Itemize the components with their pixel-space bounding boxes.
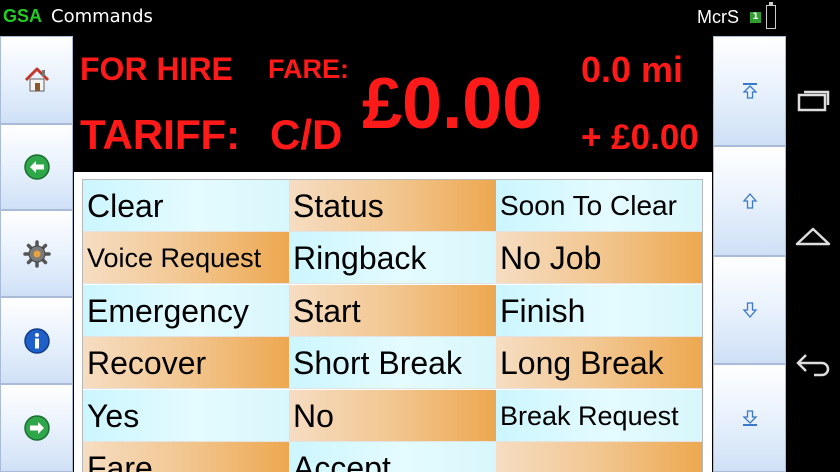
scroll-bottom-icon [741, 410, 758, 426]
taximeter-display: FOR HIRE FARE: TARIFF: C/D £0.00 0.0 mi … [74, 36, 712, 172]
app-logo: GSA [3, 6, 43, 26]
scroll-bottom-button[interactable] [713, 364, 786, 472]
command-button[interactable]: Yes [83, 390, 289, 442]
system-nav-bar [786, 0, 840, 472]
home-nav-icon [795, 227, 831, 246]
notification-badge: 1 [750, 12, 761, 23]
scroll-up-icon [742, 193, 757, 209]
command-button[interactable]: Fare [83, 442, 289, 472]
home-icon [24, 67, 49, 92]
recent-apps-icon [797, 90, 830, 112]
tariff-value: C/D [270, 111, 343, 158]
user-code: McrS [697, 7, 739, 27]
scroll-top-icon [741, 83, 758, 99]
command-button[interactable]: No [289, 390, 496, 442]
right-toolbar [713, 36, 786, 472]
screen-title: Commands [51, 6, 153, 27]
scroll-top-button[interactable] [713, 36, 786, 146]
settings-button[interactable] [0, 210, 73, 297]
hire-status: FOR HIRE [80, 51, 233, 87]
back-button[interactable] [0, 124, 73, 210]
battery-icon [766, 2, 776, 29]
command-button[interactable]: Short Break [289, 337, 496, 389]
command-button[interactable]: Voice Request [83, 232, 289, 284]
scroll-down-icon [742, 302, 757, 318]
command-button[interactable]: Soon To Clear [496, 180, 702, 232]
fare-label: FARE: [268, 54, 349, 84]
command-button[interactable]: Long Break [496, 337, 702, 389]
info-icon [23, 327, 50, 354]
back-nav-button[interactable] [793, 344, 833, 384]
back-arrow-icon [23, 154, 50, 180]
tariff-label: TARIFF: [80, 111, 241, 158]
commands-panel: Clear Status Soon To Clear Voice Request Rin… [74, 172, 712, 472]
command-button[interactable]: Status [289, 180, 496, 232]
command-button[interactable]: Start [289, 285, 496, 337]
title-bar: GSA Commands McrS 1 [0, 0, 786, 36]
home-button[interactable] [0, 36, 73, 124]
command-button[interactable]: Ringback [289, 232, 496, 284]
command-button[interactable]: Break Request [496, 390, 702, 442]
command-button[interactable] [496, 442, 702, 472]
left-toolbar [0, 36, 73, 472]
recent-apps-button[interactable] [793, 80, 833, 120]
scroll-down-button[interactable] [713, 256, 786, 364]
distance-readout: 0.0 mi [581, 49, 684, 90]
settings-gear-icon [22, 239, 51, 268]
scroll-up-button[interactable] [713, 146, 786, 256]
home-nav-button[interactable] [793, 216, 833, 256]
taxi-app: GSA Commands McrS 1 FOR HIRE FARE: TARIF… [0, 0, 786, 472]
back-nav-icon [796, 354, 830, 377]
command-button[interactable]: Emergency [83, 285, 289, 337]
command-button[interactable]: Accept [289, 442, 496, 472]
command-button[interactable]: Finish [496, 285, 702, 337]
info-button[interactable] [0, 297, 73, 384]
command-button[interactable]: Recover [83, 337, 289, 389]
command-button[interactable]: Clear [83, 180, 289, 232]
forward-button[interactable] [0, 384, 73, 472]
fare-amount: £0.00 [362, 64, 543, 144]
commands-grid: Clear Status Soon To Clear Voice Request Rin… [82, 179, 703, 472]
command-button[interactable]: No Job [496, 232, 702, 284]
extras-readout: + £0.00 [581, 118, 699, 157]
forward-arrow-icon [23, 415, 50, 441]
